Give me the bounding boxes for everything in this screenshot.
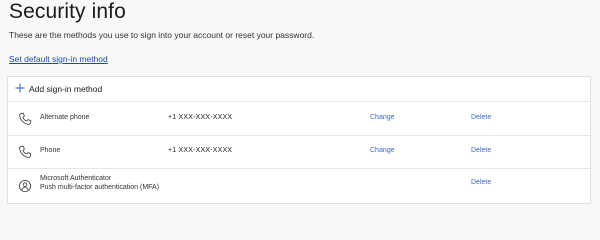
delete-link[interactable]: Delete — [471, 147, 491, 154]
change-link[interactable]: Change — [370, 147, 395, 154]
method-detail: +1 XXX-XXX-XXXX — [168, 147, 233, 154]
add-sign-in-method-label: Add sign-in method — [29, 84, 103, 94]
phone-icon — [19, 112, 32, 125]
method-row-phone: Phone +1 XXX-XXX-XXXX Change Delete — [8, 136, 590, 169]
delete-link[interactable]: Delete — [471, 114, 491, 121]
method-subname: Push multi-factor authentication (MFA) — [40, 184, 160, 191]
delete-link[interactable]: Delete — [471, 179, 491, 186]
method-row-authenticator: Microsoft Authenticator Push multi-facto… — [8, 169, 590, 203]
method-detail: +1 XXX-XXX-XXXX — [168, 114, 233, 121]
add-sign-in-method-button[interactable]: Add sign-in method — [8, 77, 590, 102]
plus-icon — [15, 83, 25, 93]
method-name: Phone — [40, 147, 61, 154]
method-name: Alternate phone — [40, 114, 90, 121]
security-info-page: Security info These are the methods you … — [0, 0, 600, 210]
page-title: Security info — [9, 0, 126, 23]
page-subtitle: These are the methods you use to sign in… — [9, 30, 315, 40]
set-default-sign-in-method-link[interactable]: Set default sign-in method — [9, 54, 108, 64]
method-row-alternate-phone: Alternate phone +1 XXX-XXX-XXXX Change D… — [8, 102, 590, 136]
method-name: Microsoft Authenticator — [40, 175, 112, 182]
authenticator-icon — [18, 179, 32, 193]
change-link[interactable]: Change — [370, 114, 395, 121]
sign-in-methods-card: Add sign-in method Alternate phone +1 XX… — [7, 76, 591, 204]
phone-icon — [19, 145, 32, 158]
